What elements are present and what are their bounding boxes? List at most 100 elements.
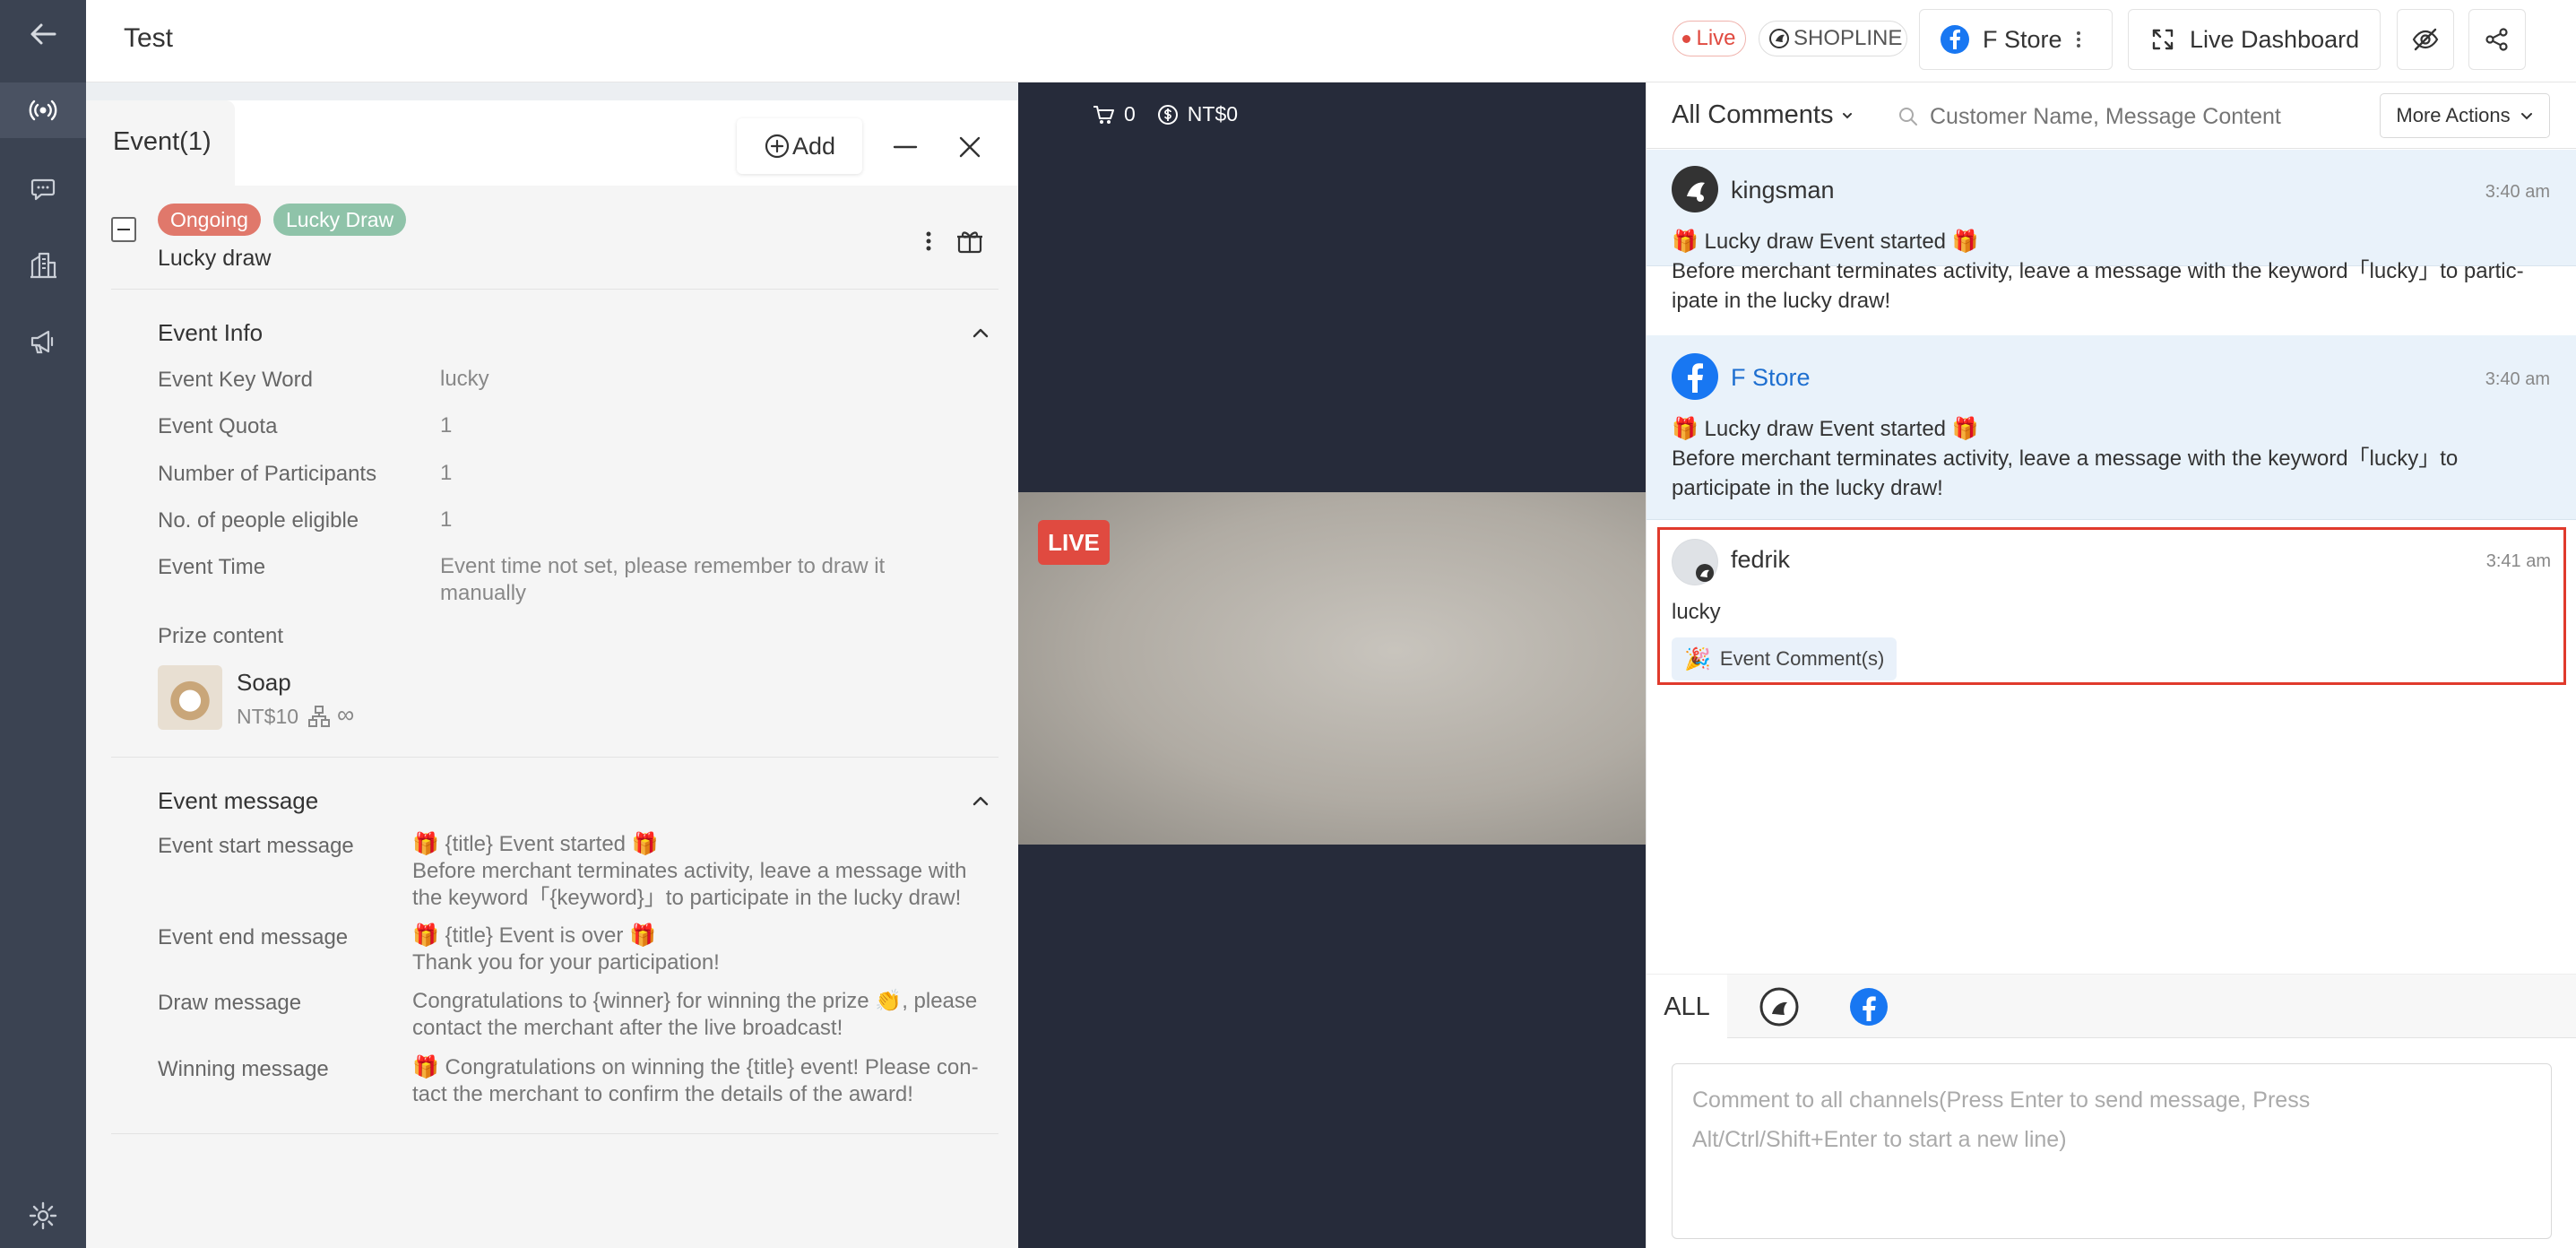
more-actions-button[interactable]: More Actions <box>2380 93 2550 138</box>
event-message-collapse-icon[interactable] <box>961 782 1000 821</box>
cart-count: 0 <box>1124 102 1136 126</box>
comment-input-placeholder-line1: Comment to all channels(Press Enter to s… <box>1692 1088 2311 1113</box>
comment-username: fedrik <box>1731 546 1791 573</box>
comments-panel: All Comments More Actions kingsman 3:40 … <box>1646 82 2576 1248</box>
facebook-avatar-icon <box>1672 353 1718 400</box>
hide-toggle-button[interactable] <box>2397 9 2454 70</box>
more-actions-label: More Actions <box>2396 104 2511 126</box>
eye-off-icon <box>2412 28 2439 51</box>
comment-filter-label: All Comments <box>1672 100 1834 129</box>
chevron-down-icon <box>2520 113 2532 120</box>
search-icon <box>1899 108 1917 126</box>
message-line: the keyword「{keyword}」to participate in … <box>412 886 962 910</box>
status-tag-ongoing: Ongoing <box>158 204 261 236</box>
store-name: F Store <box>1983 25 2062 53</box>
comment-line: ipate in the lucky draw! <box>1672 289 1891 313</box>
channel-tabs: ALL <box>1647 974 2576 1039</box>
info-value-line1: Event time not set, please remember to d… <box>440 554 886 578</box>
event-more-icon[interactable] <box>915 221 942 261</box>
message-line: Before merchant terminates activity, lea… <box>412 859 967 883</box>
video-frame <box>1018 492 1646 845</box>
comment-filter-dropdown[interactable]: All Comments <box>1672 100 1854 130</box>
share-button[interactable] <box>2468 9 2526 70</box>
back-arrow-icon[interactable] <box>20 11 66 57</box>
event-comment-label: Event Comment(s) <box>1719 647 1885 670</box>
comment-line: participate in the lucky draw! <box>1672 476 1943 500</box>
tab-all[interactable]: ALL <box>1647 975 1727 1039</box>
video-area: 0 NT$0 LIVE <box>1018 82 1646 1248</box>
live-badge: LIVE <box>1038 520 1110 565</box>
panel-top-strip <box>86 82 1018 100</box>
info-value: lucky <box>440 367 489 391</box>
gift-box-icon[interactable] <box>950 221 990 261</box>
shopline-label: SHOPLINE <box>1794 26 1903 50</box>
message-label: Event end message <box>158 925 349 949</box>
collapse-event-button[interactable] <box>111 217 136 242</box>
party-popper-icon: 🎉 <box>1684 646 1711 672</box>
store-selector[interactable]: F Store <box>1919 9 2113 70</box>
comment-line: 🎁 Lucky draw Event started 🎁 <box>1672 230 1979 254</box>
comment-item[interactable]: kingsman 3:40 am 🎁 Lucky draw Event star… <box>1647 150 2576 313</box>
shopline-channel-badge: SHOPLINE <box>1759 21 1907 56</box>
store-more-icon[interactable] <box>2076 31 2080 48</box>
message-line: tact the merchant to confirm the details… <box>412 1082 913 1106</box>
info-label: No. of people eligible <box>158 508 359 533</box>
live-dashboard-button[interactable]: Live Dashboard <box>2128 9 2381 70</box>
info-value: 1 <box>440 461 453 485</box>
prize-image <box>158 665 222 730</box>
comment-time: 3:41 am <box>2485 551 2551 571</box>
chevron-down-icon <box>1842 112 1852 118</box>
minimize-icon[interactable] <box>886 127 925 167</box>
info-label: Event Time <box>158 555 266 579</box>
stock-hierarchy-icon <box>307 705 331 728</box>
info-label: Event Key Word <box>158 368 313 392</box>
message-label: Event start message <box>158 834 354 858</box>
add-event-button[interactable]: Add <box>737 118 862 174</box>
dollar-circle-icon <box>1157 104 1178 125</box>
comment-search-input[interactable] <box>1930 99 2297 134</box>
message-line: 🎁 {title} Event started 🎁 <box>412 832 659 856</box>
type-tag-lucky-draw: Lucky Draw <box>273 204 407 236</box>
message-line: Thank you for your participation! <box>412 950 720 975</box>
event-info-title: Event Info <box>158 319 264 346</box>
info-value-line2: manually <box>440 581 527 605</box>
tab-all-label: ALL <box>1664 992 1710 1021</box>
close-icon[interactable] <box>950 127 990 167</box>
event-panel-header: Event(1) Add <box>86 100 1018 186</box>
chat-icon[interactable] <box>20 165 66 212</box>
highlighted-comment-item[interactable]: fedrik 3:41 am lucky 🎉 Event Comment(s) <box>1657 527 2566 685</box>
megaphone-icon[interactable] <box>20 318 66 365</box>
comment-input-placeholder-line2: Alt/Ctrl/Shift+Enter to start a new line… <box>1692 1127 2067 1152</box>
stats-bar: 0 NT$0 <box>1092 102 1238 126</box>
tab-facebook-icon[interactable] <box>1849 987 1889 1027</box>
event-name: Lucky draw <box>158 246 272 271</box>
live-dot-icon <box>1682 34 1691 43</box>
info-value: 1 <box>440 507 453 532</box>
share-icon <box>2485 28 2508 51</box>
comment-time: 3:40 am <box>2485 182 2550 202</box>
prize-content-label: Prize content <box>158 624 284 648</box>
facebook-icon <box>1941 25 1969 54</box>
add-label: Add <box>791 132 836 160</box>
section-divider <box>111 757 998 758</box>
event-panel: Event(1) Add Ongoing Lucky Draw Lucky dr… <box>86 82 1018 1248</box>
broadcast-icon[interactable] <box>20 87 66 134</box>
user-avatar-icon <box>1672 539 1718 585</box>
page-title: Test <box>124 23 174 53</box>
comment-line: Before merchant terminates activity, lea… <box>1672 259 2524 283</box>
analytics-building-icon[interactable] <box>20 242 66 289</box>
event-message-title: Event message <box>158 787 319 814</box>
event-panel-title: Event(1) <box>113 127 212 156</box>
card-divider <box>111 289 998 290</box>
event-info-collapse-icon[interactable] <box>961 314 1000 353</box>
minus-icon <box>117 229 130 230</box>
live-dashboard-label: Live Dashboard <box>2190 25 2360 53</box>
message-label: Draw message <box>158 991 302 1015</box>
message-line: Congratulations to {winner} for winning … <box>412 989 978 1013</box>
top-bar: Test Live SHOPLINE F Store Live Dashboar… <box>86 0 2576 82</box>
comment-input[interactable]: Comment to all channels(Press Enter to s… <box>1672 1063 2552 1239</box>
tab-shopline-icon[interactable] <box>1759 987 1799 1027</box>
comment-item[interactable]: F Store 3:40 am 🎁 Lucky draw Event start… <box>1647 335 2576 520</box>
settings-gear-icon[interactable] <box>20 1192 66 1239</box>
shopline-logo-icon <box>1769 29 1789 48</box>
